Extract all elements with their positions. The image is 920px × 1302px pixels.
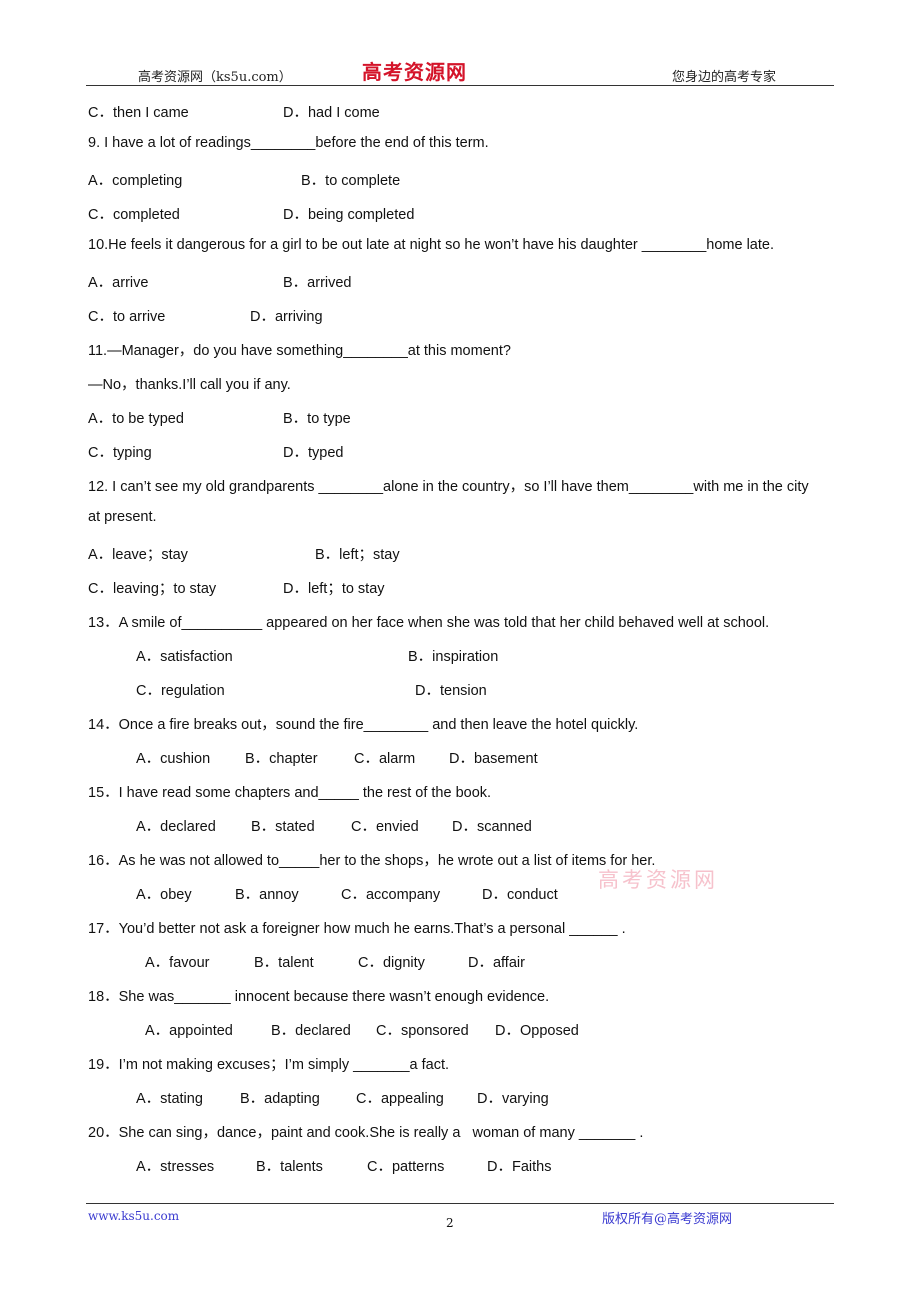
q14-option-a: A．cushion: [136, 751, 211, 767]
question-19-text: 19．I’m not making excuses；I’m simply ___…: [88, 1057, 450, 1073]
watermark: 高考资源网: [598, 868, 718, 892]
page-number: 2: [446, 1216, 454, 1230]
q17-option-b: B．talent: [254, 955, 314, 971]
q9-option-c: C．completed: [88, 207, 180, 223]
question-11-reply: —No，thanks.I’ll call you if any.: [88, 377, 291, 393]
document-page: 高考资源网（ks5u.com） 高考资源网 您身边的高考专家 C．then I …: [0, 0, 920, 1302]
q15-option-d: D．scanned: [452, 819, 532, 835]
q18-option-b: B．declared: [271, 1023, 351, 1039]
footer-copyright: 版权所有@高考资源网: [602, 1212, 733, 1227]
q14-option-d: D．basement: [449, 751, 538, 767]
q10-option-a: A．arrive: [88, 275, 149, 291]
q17-option-c: C．dignity: [358, 955, 425, 971]
header-divider: [86, 85, 834, 86]
q13-option-c: C．regulation: [136, 683, 225, 699]
q18-option-d: D．Opposed: [495, 1023, 579, 1039]
q16-option-a: A．obey: [136, 887, 192, 903]
q8-option-c: C．then I came: [88, 105, 189, 121]
footer-site-link[interactable]: www.ks5u.com: [88, 1209, 179, 1223]
q13-option-b: B．inspiration: [408, 649, 499, 665]
q9-option-d: D．being completed: [283, 207, 415, 223]
header-site-name: 高考资源网（ks5u.com）: [138, 70, 292, 85]
q9-option-a: A．completing: [88, 173, 183, 189]
q19-option-a: A．stating: [136, 1091, 203, 1107]
q11-option-c: C．typing: [88, 445, 152, 461]
question-15-text: 15．I have read some chapters and_____ th…: [88, 785, 492, 801]
q14-option-b: B．chapter: [245, 751, 318, 767]
header-slogan: 您身边的高考专家: [672, 70, 777, 85]
footer-divider: [86, 1203, 834, 1204]
q19-option-d: D．varying: [477, 1091, 549, 1107]
q20-option-c: C．patterns: [367, 1159, 445, 1175]
q12-option-d: D．left；to stay: [283, 581, 385, 597]
q19-option-c: C．appealing: [356, 1091, 444, 1107]
q10-option-b: B．arrived: [283, 275, 352, 291]
question-14-text: 14．Once a fire breaks out，sound the fire…: [88, 717, 639, 733]
q15-option-b: B．stated: [251, 819, 315, 835]
q18-option-a: A．appointed: [145, 1023, 233, 1039]
q16-option-b: B．annoy: [235, 887, 299, 903]
q9-option-b: B．to complete: [301, 173, 401, 189]
q8-option-d: D．had I come: [283, 105, 380, 121]
header-logo: 高考资源网: [362, 60, 467, 84]
q11-option-a: A．to be typed: [88, 411, 184, 427]
q20-option-b: B．talents: [256, 1159, 323, 1175]
q13-option-a: A．satisfaction: [136, 649, 233, 665]
q12-option-c: C．leaving；to stay: [88, 581, 217, 597]
q15-option-a: A．declared: [136, 819, 216, 835]
q20-option-d: D．Faiths: [487, 1159, 552, 1175]
question-17-text: 17．You’d better not ask a foreigner how …: [88, 921, 626, 937]
question-12-text: 12. I can’t see my old grandparents ____…: [88, 479, 809, 495]
q16-option-c: C．accompany: [341, 887, 441, 903]
q10-option-d: D．arriving: [250, 309, 323, 325]
q16-option-d: D．conduct: [482, 887, 558, 903]
q12-option-a: A．leave；stay: [88, 547, 188, 563]
q20-option-a: A．stresses: [136, 1159, 215, 1175]
q12-option-b: B．left；stay: [315, 547, 400, 563]
q11-option-b: B．to type: [283, 411, 351, 427]
q17-option-a: A．favour: [145, 955, 210, 971]
question-11-text: 11.—Manager，do you have something_______…: [88, 343, 511, 359]
question-20-text: 20．She can sing，dance，paint and cook.She…: [88, 1125, 644, 1141]
q17-option-d: D．affair: [468, 955, 525, 971]
page-header: 高考资源网（ks5u.com） 高考资源网 您身边的高考专家: [86, 56, 834, 86]
q18-option-c: C．sponsored: [376, 1023, 469, 1039]
q19-option-b: B．adapting: [240, 1091, 320, 1107]
question-9-text: 9. I have a lot of readings________befor…: [88, 135, 489, 151]
q14-option-c: C．alarm: [354, 751, 416, 767]
question-12-text-continued: at present.: [88, 509, 157, 525]
q13-option-d: D．tension: [415, 683, 487, 699]
question-18-text: 18．She was_______ innocent because there…: [88, 989, 550, 1005]
question-13-text: 13．A smile of__________ appeared on her …: [88, 615, 770, 631]
q10-option-c: C．to arrive: [88, 309, 166, 325]
q11-option-d: D．typed: [283, 445, 344, 461]
question-16-text: 16．As he was not allowed to_____her to t…: [88, 853, 656, 869]
question-10-text: 10.He feels it dangerous for a girl to b…: [88, 237, 774, 253]
q15-option-c: C．envied: [351, 819, 419, 835]
